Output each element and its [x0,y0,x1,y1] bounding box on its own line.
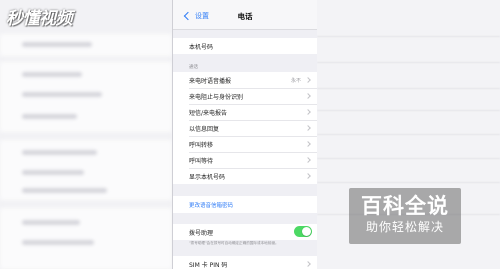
dial-assist-label: 拨号助理 [189,229,214,237]
blurred-line [317,134,500,135]
blurred-text [22,188,107,193]
chevron-right-icon [305,109,311,115]
watermark-title: 百科全说 [361,194,449,218]
change-voicemail-password-label: 更改语音信箱密码 [189,202,234,209]
call-blocking-row[interactable]: 来电阻止与身份识别 [173,88,317,104]
dial-assist-note: "拨号助理"会在拨号时自动确定正确的国际或本地前缀。 [189,241,279,245]
call-blocking-label: 来电阻止与身份识别 [189,93,244,101]
calls-section-header: 通话 [189,65,198,70]
respond-with-text-row[interactable]: 以信息回复 [173,120,317,136]
watermark-subtitle: 助你轻松解决 [365,220,444,234]
my-number-group: 本机号码 [173,38,317,54]
blurred-text [22,114,77,119]
sim-pin-row[interactable]: SIM 卡 PIN 码 [173,256,317,269]
change-voicemail-password-link[interactable]: 更改语音信箱密码 [173,196,317,213]
sim-pin-group: SIM 卡 PIN 码 [173,256,317,269]
chevron-right-icon [305,261,311,267]
sim-pin-label: SIM 卡 PIN 码 [189,261,228,269]
toggle-knob [302,227,311,236]
my-number-label: 本机号码 [189,43,214,51]
baike-watermark: 百科全说 助你轻松解决 [349,188,461,244]
chevron-right-icon [305,93,311,99]
chevron-right-icon [305,157,311,163]
call-forwarding-row[interactable]: 呼叫转移 [173,136,317,152]
show-caller-id-label: 显示本机号码 [189,173,226,181]
announce-calls-value: 永不 [290,77,301,84]
blurred-text [22,150,97,155]
phone-settings-pane: 设置 电话 本机号码 通话 来电时语音播报 永不 来电阻止与身份识别 短信/来电… [173,0,317,269]
sms-call-report-label: 短信/来电报告 [189,109,228,117]
chevron-right-icon [305,125,311,131]
call-forwarding-label: 呼叫转移 [189,141,214,149]
blurred-line [317,62,500,63]
blurred-text [22,42,92,47]
call-waiting-label: 呼叫等待 [189,157,214,165]
blurred-text [22,92,102,97]
navigation-bar: 设置 电话 [173,0,317,30]
video-logo: 秒懂视频 [6,9,73,29]
calls-group: 来电时语音播报 永不 来电阻止与身份识别 短信/来电报告 以信息回复 呼叫转移 … [173,72,317,184]
blurred-text [22,240,94,245]
dial-assist-group: 拨号助理 [173,224,317,240]
my-number-row[interactable]: 本机号码 [173,38,317,54]
blurred-line [317,110,500,111]
blurred-group [0,208,172,269]
show-caller-id-row[interactable]: 显示本机号码 [173,168,317,184]
blurred-line [317,36,500,37]
sms-call-report-row[interactable]: 短信/来电报告 [173,104,317,120]
blurred-text [22,220,80,225]
blurred-line [317,182,500,183]
chevron-right-icon [305,173,311,179]
announce-calls-label: 来电时语音播报 [189,77,232,85]
blurred-text [22,72,82,77]
blurred-line [317,88,500,89]
chevron-right-icon [305,141,311,147]
page-title: 电话 [237,12,253,21]
call-waiting-row[interactable]: 呼叫等待 [173,152,317,168]
dial-assist-row: 拨号助理 [173,224,317,240]
dial-assist-toggle[interactable] [294,226,312,237]
blurred-line [317,158,500,159]
blurred-text [22,170,84,175]
respond-with-text-label: 以信息回复 [189,125,220,133]
settings-master-pane: 秒懂视频 [0,0,172,269]
chevron-right-icon [305,77,311,83]
announce-calls-row[interactable]: 来电时语音播报 永不 [173,72,317,88]
